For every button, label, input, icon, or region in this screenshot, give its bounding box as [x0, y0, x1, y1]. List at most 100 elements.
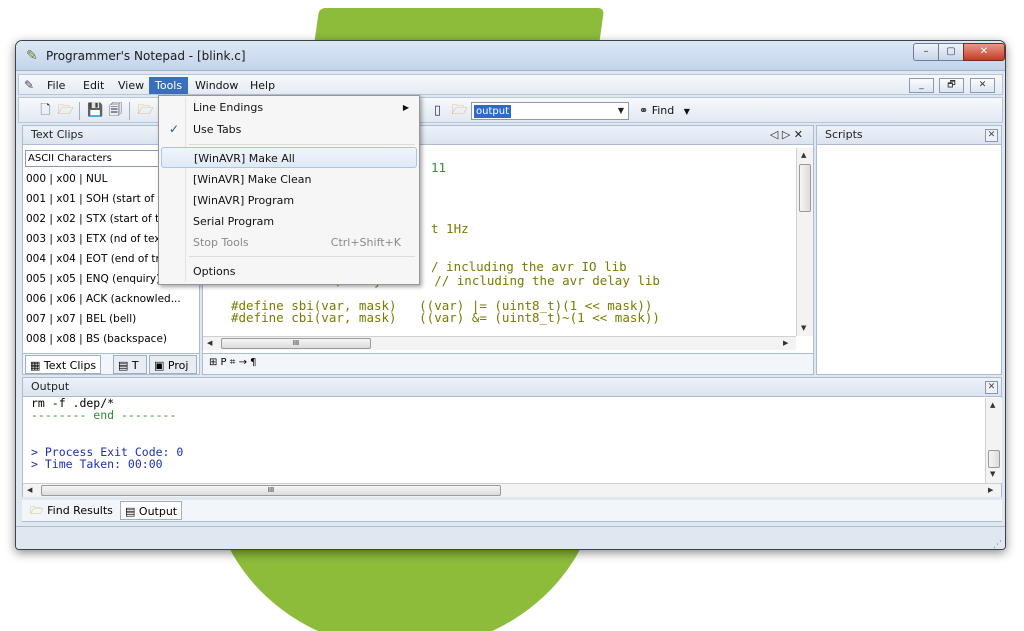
title-bar[interactable]: ✎ Programmer's Notepad - [blink.c] – ▢ ✕: [16, 41, 1005, 71]
tab-find-results[interactable]: 🗁 Find Results: [26, 501, 117, 520]
left-pane-tabs: ▦ Text Clips ▤ T ▣ Proj: [22, 353, 200, 375]
save-icon[interactable]: 💾: [87, 102, 104, 119]
menu-item-label: Line Endings: [193, 101, 264, 114]
menu-edit[interactable]: Edit: [77, 77, 110, 94]
scroll-up-arrow[interactable]: ▲: [990, 401, 995, 409]
scroll-down-arrow[interactable]: ▼: [801, 324, 806, 332]
chevron-down-icon: ▼: [617, 106, 624, 115]
menu-separator: [189, 256, 415, 257]
editor-horizontal-scrollbar[interactable]: ◀ III ▶: [203, 336, 796, 350]
mdi-restore-button[interactable]: 🗗: [939, 78, 964, 93]
minimize-button[interactable]: –: [913, 43, 939, 61]
menu-item-label: Use Tabs: [193, 123, 242, 136]
scripts-panel: [816, 125, 1002, 375]
scroll-right-arrow[interactable]: ▶: [783, 339, 788, 347]
menu-item-line-endings[interactable]: Line Endings ▶: [161, 97, 417, 118]
menu-item-winavr-make-clean[interactable]: [WinAVR] Make Clean: [161, 169, 417, 190]
chevron-down-icon: ▼: [683, 107, 690, 116]
output-vertical-scrollbar[interactable]: ▲ ▼: [985, 398, 1002, 483]
editor-tab-controls[interactable]: ◁ ▷ ✕: [770, 128, 803, 141]
editor-status-icons[interactable]: ⊞ P ⌗ → ¶: [209, 357, 257, 368]
tab-projects[interactable]: ▣ Proj: [149, 355, 197, 374]
folder-icon[interactable]: 🗁: [137, 102, 154, 119]
output-line: > Time Taken: 00:00: [31, 457, 163, 471]
scripts-header: Scripts ✕: [816, 125, 1002, 145]
toolbar-separator: [129, 102, 130, 120]
menu-item-use-tabs[interactable]: ✓ Use Tabs: [161, 119, 417, 140]
output-horizontal-scrollbar[interactable]: ◀ III ▶: [23, 483, 1001, 497]
editor-vertical-scrollbar[interactable]: ▲ ▼: [796, 148, 813, 336]
open-folder-icon[interactable]: 🗁: [57, 102, 74, 119]
scroll-left-arrow[interactable]: ◀: [207, 339, 212, 347]
code-line: / including the avr IO lib: [431, 259, 627, 274]
output-header: Output ✕: [22, 377, 1002, 397]
menu-separator: [189, 144, 415, 145]
new-file-icon[interactable]: 🗋: [37, 102, 54, 119]
tab-projects-label: Proj: [167, 359, 189, 372]
scroll-down-arrow[interactable]: ▼: [990, 470, 995, 478]
menu-item-label: Serial Program: [193, 215, 275, 228]
code-line: t 1Hz: [431, 221, 469, 236]
menu-item-serial-program[interactable]: Serial Program: [161, 211, 417, 232]
resize-grip-icon[interactable]: ⋰: [993, 540, 1002, 549]
status-bar: ⋰: [16, 526, 1005, 549]
code-line: #define cbi(var, mask) ((var) &= (uint8_…: [231, 310, 660, 325]
clip-item[interactable]: 008 | x08 | BS (backspace): [26, 329, 186, 349]
page-icon: ▤: [125, 505, 136, 518]
binoculars-icon: ⚭: [639, 104, 649, 117]
scroll-thumb[interactable]: [988, 450, 1000, 468]
editor-status-strip: ⊞ P ⌗ → ¶: [202, 353, 814, 375]
scroll-left-arrow[interactable]: ◀: [27, 486, 32, 494]
menu-window[interactable]: Window: [189, 77, 244, 94]
clips-icon: ▦: [30, 359, 41, 372]
code-line: 11: [431, 160, 447, 175]
clip-item[interactable]: 006 | x06 | ACK (acknowled...: [26, 289, 186, 309]
scroll-up-arrow[interactable]: ▲: [801, 151, 806, 159]
tab-find-results-label: Find Results: [47, 504, 113, 517]
menu-help[interactable]: Help: [244, 77, 281, 94]
submenu-arrow-icon: ▶: [402, 103, 409, 112]
find-label: Find: [651, 104, 675, 117]
close-icon[interactable]: ✕: [985, 381, 998, 394]
clip-item[interactable]: 007 | x07 | BEL (bell): [26, 309, 186, 329]
scroll-right-arrow[interactable]: ▶: [988, 486, 993, 494]
scroll-thumb[interactable]: III: [41, 485, 501, 496]
output-title: Output: [31, 380, 70, 393]
save-all-icon[interactable]: 🗐: [107, 102, 124, 119]
find-button[interactable]: ⚭ Find ▼: [639, 102, 690, 120]
scroll-thumb[interactable]: III: [221, 338, 371, 349]
page-icon: ▤: [118, 359, 129, 372]
tab-text-clips[interactable]: ▦ Text Clips: [25, 355, 102, 374]
scroll-thumb[interactable]: [799, 164, 811, 212]
output-combo[interactable]: output ▼: [471, 102, 629, 120]
menu-item-label: [WinAVR] Make All: [194, 152, 295, 165]
output-folder-icon[interactable]: 🗁: [451, 102, 468, 119]
window-title: Programmer's Notepad - [blink.c]: [46, 49, 246, 63]
tab-text-clips-label: Text Clips: [43, 359, 97, 372]
maximize-button[interactable]: ▢: [938, 43, 964, 61]
menu-file[interactable]: File: [41, 77, 71, 94]
tools-dropdown-menu: Line Endings ▶ ✓ Use Tabs [WinAVR] Make …: [158, 95, 420, 285]
folder-search-icon: 🗁: [30, 504, 44, 517]
scripts-title: Scripts: [825, 128, 863, 141]
menu-item-stop-tools[interactable]: Stop Tools Ctrl+Shift+K: [161, 232, 417, 253]
clips-category-value: ASCII Characters: [28, 153, 112, 164]
menu-item-winavr-make-all[interactable]: [WinAVR] Make All: [161, 147, 417, 168]
mdi-close-button[interactable]: ✕: [970, 78, 995, 93]
close-button[interactable]: ✕: [963, 43, 1005, 61]
mdi-minimize-button[interactable]: _: [909, 78, 934, 93]
close-icon[interactable]: ✕: [985, 129, 998, 142]
tab-t[interactable]: ▤ T: [113, 355, 147, 374]
output-tabs: 🗁 Find Results ▤ Output: [22, 500, 1002, 522]
output-line: -------- end --------: [31, 408, 177, 422]
menu-item-options[interactable]: Options: [161, 261, 417, 282]
tab-output-label: Output: [138, 505, 178, 518]
menu-view[interactable]: View: [112, 77, 150, 94]
menu-tools[interactable]: Tools: [149, 77, 189, 94]
toolbar-button-icon[interactable]: ▯: [429, 102, 446, 119]
tab-output[interactable]: ▤ Output: [120, 501, 183, 520]
text-clips-title: Text Clips: [31, 128, 84, 141]
menu-item-winavr-program[interactable]: [WinAVR] Program: [161, 190, 417, 211]
tab-t-label: T: [131, 359, 139, 372]
check-icon: ✓: [169, 122, 180, 136]
